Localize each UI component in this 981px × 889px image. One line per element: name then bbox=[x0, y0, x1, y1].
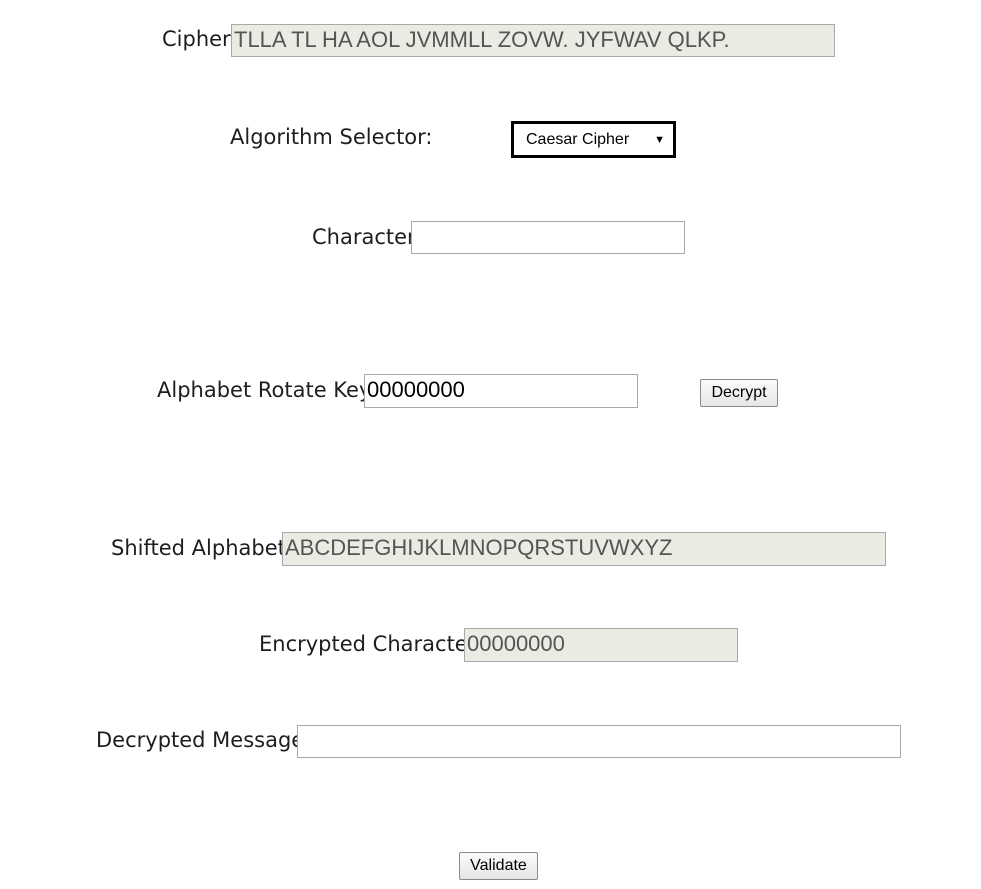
decrypt-button[interactable]: Decrypt bbox=[700, 379, 778, 407]
character-input[interactable] bbox=[411, 221, 685, 254]
cipher-field: TLLA TL HA AOL JVMMLL ZOVW. JYFWAV QLKP. bbox=[231, 24, 835, 57]
algorithm-select-value: Caesar Cipher bbox=[526, 131, 630, 148]
decrypted-message-label: Decrypted Message: bbox=[96, 728, 312, 752]
encrypted-character-field: 00000000 bbox=[464, 628, 738, 662]
algorithm-selector-label: Algorithm Selector: bbox=[230, 125, 433, 149]
rotate-key-label: Alphabet Rotate Key: bbox=[157, 378, 377, 402]
algorithm-select[interactable]: Caesar Cipher ▼ bbox=[511, 121, 676, 158]
decrypted-message-input[interactable] bbox=[297, 725, 901, 758]
validate-button[interactable]: Validate bbox=[459, 852, 538, 880]
shifted-alphabet-field: ABCDEFGHIJKLMNOPQRSTUVWXYZ bbox=[282, 532, 886, 566]
character-label: Character: bbox=[312, 225, 423, 249]
chevron-down-icon: ▼ bbox=[654, 134, 665, 146]
cipher-label: Cipher: bbox=[162, 27, 238, 51]
rotate-key-input[interactable]: 00000000 bbox=[364, 374, 638, 408]
encrypted-character-label: Encrypted Character: bbox=[259, 632, 484, 656]
shifted-alphabet-label: Shifted Alphabet: bbox=[111, 536, 293, 560]
